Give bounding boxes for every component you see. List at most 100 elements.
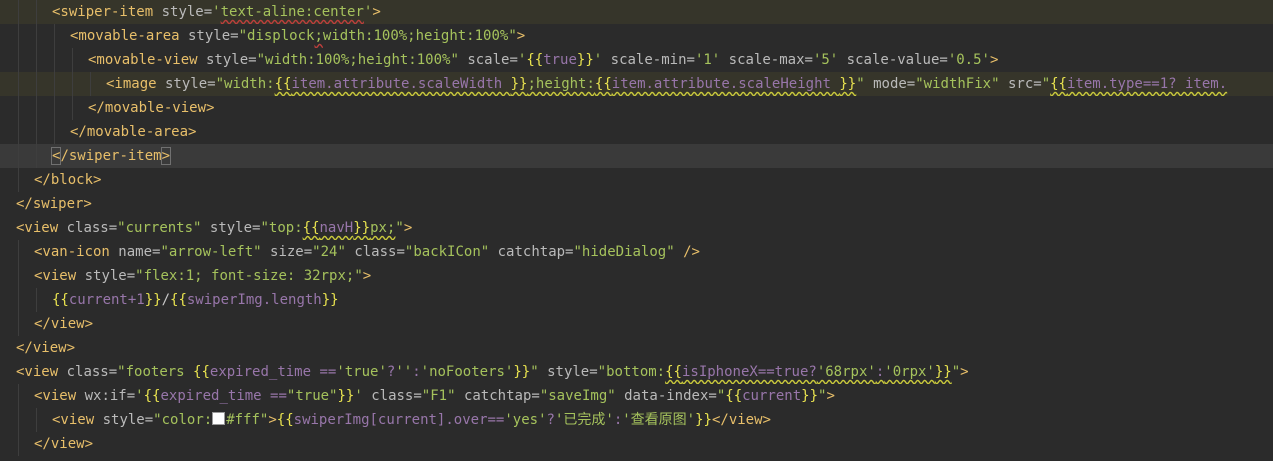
indent-guide — [18, 96, 19, 120]
code-token: item.attribute.scaleHeight — [611, 76, 840, 92]
code-token: }} — [576, 52, 594, 68]
indent-guide — [18, 48, 19, 72]
code-token: item.type==1? item. — [1066, 76, 1228, 92]
indent-guide — [72, 96, 73, 120]
code-token: }} — [353, 220, 371, 236]
code-line[interactable]: <image style="width:{{item.attribute.sca… — [0, 72, 1273, 96]
code-text: <movable-area style="displock;width:100%… — [70, 24, 525, 48]
indent-guide — [54, 120, 55, 144]
code-token: scale= — [458, 52, 518, 68]
indent-guide — [18, 240, 19, 264]
code-token: #fff" — [226, 412, 269, 428]
code-token: '5' — [812, 52, 839, 68]
code-token: scale-max= — [720, 52, 813, 68]
code-token: > — [372, 4, 381, 20]
code-token: > — [362, 268, 372, 284]
code-line[interactable]: </swiper-item> — [0, 144, 1273, 168]
code-token: <image — [106, 76, 157, 92]
code-token: ' — [354, 388, 363, 404]
code-line[interactable]: <movable-view style="width:100%;height:1… — [0, 48, 1273, 72]
code-token: style= — [153, 4, 213, 20]
code-token: </view> — [711, 412, 771, 428]
code-token: > — [268, 412, 277, 428]
code-text: <view class="currents" style="top:{{navH… — [16, 216, 412, 240]
code-token: true — [543, 52, 577, 68]
code-token: " — [856, 76, 865, 92]
code-line[interactable]: </block> — [0, 168, 1273, 192]
code-token: "bottom: — [597, 364, 666, 380]
code-text: </movable-area> — [70, 120, 196, 144]
code-token: }} — [801, 388, 818, 404]
code-token: > — [516, 28, 526, 44]
code-token: isIphoneX==true? — [681, 364, 817, 380]
code-token: "backICon" — [404, 244, 490, 260]
code-line[interactable]: <view class="footers {{expired_time =='t… — [0, 360, 1273, 384]
code-token: </swiper> — [16, 196, 92, 212]
code-token: style= — [76, 268, 136, 284]
code-token: {{ — [1050, 76, 1067, 92]
code-text: </swiper-item> — [50, 144, 172, 168]
code-token: </block> — [34, 172, 102, 188]
code-token: {{ — [193, 364, 210, 380]
code-token: wx:if= — [76, 388, 136, 404]
code-line[interactable]: </view> — [0, 336, 1273, 360]
code-text: <swiper-item style='text-aline:center'> — [52, 0, 381, 24]
code-line[interactable]: <movable-area style="displock;width:100%… — [0, 24, 1273, 48]
indent-guide — [18, 0, 19, 24]
code-token: data-index= — [615, 388, 717, 404]
code-text: </view> — [16, 336, 75, 360]
code-token: class= — [58, 364, 118, 380]
code-line[interactable]: <view style="flex:1; font-size: 32rpx;"> — [0, 264, 1273, 288]
code-editor[interactable]: <swiper-item style='text-aline:center'> <… — [0, 0, 1273, 461]
indent-guide — [36, 408, 37, 432]
code-token: mode= — [864, 76, 916, 92]
code-token: scale-value= — [838, 52, 948, 68]
indent-guide — [36, 72, 37, 96]
code-token: ' — [212, 4, 221, 20]
code-line[interactable]: </movable-view> — [0, 96, 1273, 120]
indent-guide — [36, 48, 37, 72]
indent-guide — [18, 144, 19, 168]
code-line[interactable]: <view class="currents" style="top:{{navH… — [0, 216, 1273, 240]
code-line[interactable]: <van-icon name="arrow-left" size="24" cl… — [0, 240, 1273, 264]
code-token: <movable-area — [70, 28, 180, 44]
code-token: "color: — [153, 412, 213, 428]
code-line[interactable]: <swiper-item style='text-aline:center'> — [0, 0, 1273, 24]
code-token: }} — [839, 76, 857, 92]
indent-guide — [18, 264, 19, 288]
code-token: {{ — [170, 292, 187, 308]
code-line[interactable]: </view> — [0, 432, 1273, 456]
code-token: '查看原图' — [622, 412, 696, 428]
code-text: <view class="footers {{expired_time =='t… — [16, 360, 969, 384]
code-token: <view — [34, 268, 77, 284]
indent-guide — [18, 72, 19, 96]
code-token: "flex:1; font-size: 32rpx;" — [135, 268, 363, 284]
code-token: <movable-view — [88, 52, 198, 68]
code-token: navH — [319, 220, 354, 236]
code-token: > — [989, 52, 999, 68]
code-text: <movable-view style="width:100%;height:1… — [88, 48, 998, 72]
code-line[interactable]: </movable-area> — [0, 120, 1273, 144]
code-token: }} — [321, 292, 339, 308]
code-token: style= — [179, 28, 239, 44]
code-token: item.attribute.scaleWidth — [291, 76, 511, 92]
code-token: " — [716, 388, 726, 404]
code-line[interactable]: <view wx:if='{{expired_time =="true"}}' … — [0, 384, 1273, 408]
code-token: expired_time == — [209, 364, 337, 380]
code-line[interactable]: {{current+1}}/{{swiperImg.length}} — [0, 288, 1273, 312]
code-line[interactable]: <view style="color: #fff">{{swiperImg[cur… — [0, 408, 1273, 432]
indent-guide — [18, 432, 19, 456]
code-token: <view — [16, 364, 59, 380]
indent-guide — [54, 48, 55, 72]
code-text: <van-icon name="arrow-left" size="24" cl… — [34, 240, 700, 264]
code-token: name= — [109, 244, 161, 260]
code-token: }} — [144, 292, 162, 308]
code-token: style= — [156, 76, 216, 92]
code-line[interactable]: </view> — [0, 312, 1273, 336]
code-token: > — [826, 388, 835, 404]
code-token: width:100%;height:100%" — [322, 28, 517, 44]
code-text: <view style="color: #fff">{{swiperImg[cur… — [52, 408, 771, 432]
code-line[interactable]: </swiper> — [0, 192, 1273, 216]
code-token: "footers — [117, 364, 194, 380]
code-token: '已完成' — [554, 412, 614, 428]
